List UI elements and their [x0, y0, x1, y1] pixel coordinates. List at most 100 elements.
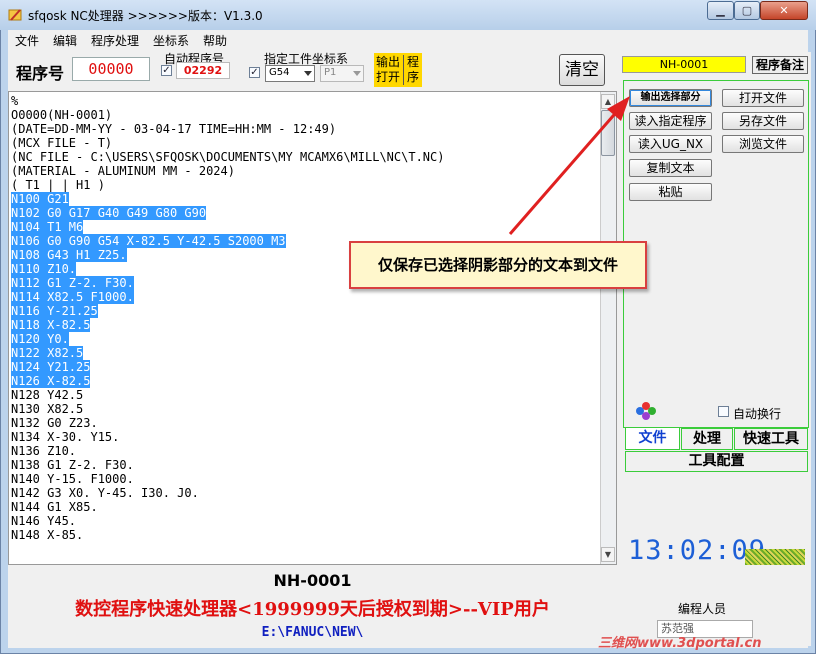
- code-line[interactable]: ( T1 | | H1 ): [11, 178, 105, 192]
- code-line-text: N138 G1 Z-2. F30.: [11, 458, 134, 472]
- minimize-icon: ▁: [716, 4, 725, 17]
- scroll-up-icon[interactable]: ▲: [601, 94, 615, 109]
- code-line[interactable]: (MATERIAL - ALUMINUM MM - 2024): [11, 164, 235, 178]
- scrollbar-thumb[interactable]: [601, 110, 615, 156]
- auto-program-checkbox[interactable]: ✓: [161, 65, 172, 76]
- minimize-button[interactable]: ▁: [707, 1, 734, 20]
- chevron-down-icon: [353, 71, 361, 76]
- menu-program-process[interactable]: 程序处理: [91, 32, 139, 49]
- code-line[interactable]: N138 G1 Z-2. F30.: [11, 458, 134, 472]
- code-line[interactable]: (DATE=DD-MM-YY - 03-04-17 TIME=HH:MM - 1…: [11, 122, 336, 136]
- export-selection-button[interactable]: 输出选择部分: [629, 89, 712, 107]
- menu-help[interactable]: 帮助: [203, 32, 227, 49]
- tab-process[interactable]: 处理: [681, 428, 733, 450]
- code-line[interactable]: N146 Y45.: [11, 514, 76, 528]
- code-line[interactable]: N128 Y42.5: [11, 388, 83, 402]
- code-line[interactable]: N108 G43 H1 Z25.: [11, 248, 127, 262]
- code-line[interactable]: N114 X82.5 F1000.: [11, 290, 134, 304]
- p-number-select[interactable]: P1: [320, 65, 364, 82]
- program-number-field[interactable]: 00000: [72, 57, 150, 81]
- license-status: 数控程序快速处理器<1999999天后授权到期>--VIP用户: [75, 599, 550, 620]
- code-line-text: N100 G21: [11, 192, 69, 206]
- code-line[interactable]: N116 Y-21.25: [11, 304, 98, 318]
- code-line[interactable]: N112 G1 Z-2. F30.: [11, 276, 134, 290]
- code-line[interactable]: N126 X-82.5: [11, 374, 91, 388]
- p-number-value: P1: [324, 67, 337, 78]
- code-line-text: (NC FILE - C:\USERS\SFQOSK\DOCUMENTS\MY …: [11, 150, 445, 164]
- vertical-scrollbar[interactable]: [600, 92, 616, 564]
- code-line[interactable]: N102 G0 G17 G40 G49 G80 G90: [11, 206, 207, 220]
- window-title: sfqosk NC处理器 >>>>>>版本：V1.3.0: [28, 9, 263, 23]
- code-line-text: N104 T1 M6: [11, 220, 84, 234]
- program-number-label: 程序号: [16, 64, 65, 83]
- code-line[interactable]: N100 G21: [11, 192, 69, 206]
- tab-tool-config[interactable]: 工具配置: [625, 451, 808, 472]
- menu-edit[interactable]: 编辑: [53, 32, 77, 49]
- code-line[interactable]: N106 G0 G90 G54 X-82.5 Y-42.5 S2000 M3: [11, 234, 286, 248]
- paste-button[interactable]: 粘贴: [629, 183, 712, 201]
- code-line[interactable]: N132 G0 Z23.: [11, 416, 98, 430]
- code-line-text: %: [11, 94, 19, 108]
- output-path: E:\FANUC\NEW\: [261, 625, 364, 640]
- maximize-button[interactable]: ▢: [734, 1, 760, 20]
- code-line[interactable]: N130 X82.5: [11, 402, 83, 416]
- close-icon: ✕: [779, 4, 789, 17]
- divider: [403, 55, 404, 85]
- read-program-button[interactable]: 读入指定程序: [629, 112, 712, 130]
- code-line-text: N120 Y0.: [11, 332, 69, 346]
- auto-wrap-label: 自动换行: [733, 407, 782, 421]
- code-line-text: N114 X82.5 F1000.: [11, 290, 134, 304]
- code-line[interactable]: N110 Z10.: [11, 262, 77, 276]
- tab-file[interactable]: 文件: [625, 428, 680, 450]
- code-line-text: N148 X-85.: [11, 528, 84, 542]
- annotation-callout: 仅保存已选择阴影部分的文本到文件: [349, 241, 647, 289]
- copy-text-button[interactable]: 复制文本: [629, 159, 712, 177]
- output-open-label: 输出 打开: [376, 55, 401, 84]
- read-ug-nx-button[interactable]: 读入UG_NX: [629, 135, 712, 153]
- code-line[interactable]: (NC FILE - C:\USERS\SFQOSK\DOCUMENTS\MY …: [11, 150, 444, 164]
- auto-wrap-checkbox[interactable]: [718, 406, 729, 417]
- code-line[interactable]: O0000(NH-0001): [11, 108, 112, 122]
- code-line[interactable]: N148 X-85.: [11, 528, 83, 542]
- code-line[interactable]: %: [11, 94, 18, 108]
- menu-coordinate-system[interactable]: 坐标系: [153, 32, 189, 49]
- current-filename: NH-0001: [8, 566, 617, 596]
- menu-file[interactable]: 文件: [15, 32, 39, 49]
- code-line[interactable]: N118 X-82.5: [11, 318, 91, 332]
- site-watermark: 三维网www.3dportal.cn: [598, 636, 762, 651]
- output-open-program-button[interactable]: 输出 打开 程 序: [374, 53, 422, 87]
- code-line-text: N126 X-82.5: [11, 374, 91, 388]
- code-line-text: N132 G0 Z23.: [11, 416, 98, 430]
- code-line[interactable]: N136 Z10.: [11, 444, 76, 458]
- color-dots-logo-icon: [636, 402, 656, 420]
- scroll-down-icon[interactable]: ▼: [601, 547, 615, 562]
- code-editor[interactable]: % O0000(NH-0001) (DATE=DD-MM-YY - 03-04-17…: [8, 91, 617, 565]
- work-coordinate-select[interactable]: G54: [265, 65, 315, 82]
- open-file-button[interactable]: 打开文件: [722, 89, 804, 107]
- code-line[interactable]: N140 Y-15. F1000.: [11, 472, 134, 486]
- code-line-text: N130 X82.5: [11, 402, 84, 416]
- code-line[interactable]: N104 T1 M6: [11, 220, 84, 234]
- code-line[interactable]: N120 Y0.: [11, 332, 69, 346]
- decorative-pattern: [745, 549, 805, 565]
- code-line-text: N140 Y-15. F1000.: [11, 472, 134, 486]
- code-line[interactable]: N144 G1 X85.: [11, 500, 98, 514]
- code-line-text: N128 Y42.5: [11, 388, 84, 402]
- code-line[interactable]: N134 X-30. Y15.: [11, 430, 119, 444]
- code-line[interactable]: (MCX FILE - T): [11, 136, 112, 150]
- clear-button[interactable]: 清空: [559, 54, 605, 86]
- code-line[interactable]: N122 X82.5: [11, 346, 84, 360]
- code-line-text: N136 Z10.: [11, 444, 77, 458]
- tab-quick-tools[interactable]: 快速工具: [734, 428, 808, 450]
- auto-program-number-field[interactable]: 02292: [176, 62, 230, 79]
- save-as-button[interactable]: 另存文件: [722, 112, 804, 130]
- code-line-text: N108 G43 H1 Z25.: [11, 248, 127, 262]
- code-line[interactable]: N124 Y21.25: [11, 360, 91, 374]
- program-remark-button[interactable]: 程序备注: [752, 56, 808, 74]
- close-button[interactable]: ✕: [760, 1, 808, 20]
- code-line-text: N134 X-30. Y15.: [11, 430, 120, 444]
- code-line-text: N106 G0 G90 G54 X-82.5 Y-42.5 S2000 M3: [11, 234, 286, 248]
- browse-file-button[interactable]: 浏览文件: [722, 135, 804, 153]
- work-coordinate-checkbox[interactable]: ✓: [249, 67, 260, 78]
- code-line[interactable]: N142 G3 X0. Y-45. I30. J0.: [11, 486, 199, 500]
